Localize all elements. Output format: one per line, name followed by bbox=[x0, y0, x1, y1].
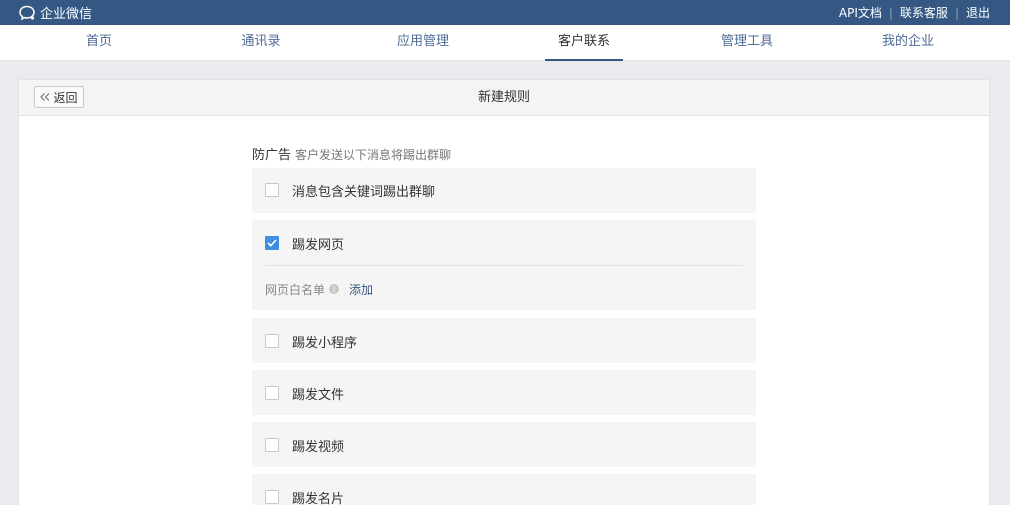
panel-header: 新建规则 返回 bbox=[19, 80, 989, 116]
contact-support-link[interactable]: 联系客服 bbox=[900, 4, 948, 21]
webpage-whitelist: 网页白名单 i 添加 bbox=[265, 279, 373, 299]
tab-customer-contact[interactable]: 客户联系 bbox=[545, 25, 623, 61]
top-bar: 企业微信 API文档 | 联系客服 | 退出 bbox=[0, 0, 1010, 25]
tab-management-tools[interactable]: 管理工具 bbox=[708, 25, 786, 61]
api-docs-link[interactable]: API文档 bbox=[839, 4, 882, 21]
tab-contacts[interactable]: 通讯录 bbox=[225, 25, 297, 61]
option-label: 踢发小程序 bbox=[292, 335, 358, 351]
checkbox[interactable] bbox=[265, 438, 279, 452]
back-button-label: 返回 bbox=[53, 90, 78, 105]
option-label: 消息包含关键词踢出群聊 bbox=[292, 184, 436, 200]
option-row[interactable]: 踢发文件 bbox=[265, 383, 344, 403]
option-row[interactable]: 踢发小程序 bbox=[265, 331, 357, 351]
checkbox[interactable] bbox=[265, 386, 279, 400]
checkbox[interactable] bbox=[265, 490, 279, 504]
page-title: 新建规则 bbox=[477, 90, 530, 105]
option-webpage-kick: 踢发网页 网页白名单 i 添加 bbox=[252, 220, 756, 310]
back-button[interactable]: 返回 bbox=[34, 86, 84, 108]
checkbox[interactable] bbox=[265, 334, 279, 348]
logout-link[interactable]: 退出 bbox=[966, 4, 990, 21]
chat-bubble-icon bbox=[18, 5, 36, 21]
option-row[interactable]: 踢发名片 bbox=[265, 487, 344, 505]
option-label: 踢发名片 bbox=[292, 491, 345, 505]
option-row[interactable]: 踢发视频 bbox=[265, 435, 344, 455]
brand-name: 企业微信 bbox=[40, 7, 93, 22]
section-title: 防广告 bbox=[252, 148, 292, 163]
option-keyword-kick: 消息包含关键词踢出群聊 bbox=[252, 168, 756, 213]
whitelist-label: 网页白名单 bbox=[265, 282, 326, 297]
option-video-kick: 踢发视频 bbox=[252, 422, 756, 467]
option-miniprogram-kick: 踢发小程序 bbox=[252, 318, 756, 363]
option-namecard-kick: 踢发名片 bbox=[252, 474, 756, 505]
tab-home[interactable]: 首页 bbox=[68, 25, 130, 61]
option-label: 踢发文件 bbox=[292, 387, 345, 403]
divider bbox=[265, 265, 743, 266]
option-row[interactable]: 踢发网页 bbox=[265, 233, 344, 253]
info-icon[interactable]: i bbox=[329, 284, 340, 294]
option-row[interactable]: 消息包含关键词踢出群聊 bbox=[265, 180, 435, 200]
option-label: 踢发网页 bbox=[292, 237, 345, 253]
brand-logo[interactable]: 企业微信 bbox=[18, 0, 92, 25]
main-nav: 首页 通讯录 应用管理 客户联系 管理工具 我的企业 bbox=[0, 25, 1010, 61]
link-separator: | bbox=[888, 5, 893, 20]
checkbox[interactable] bbox=[265, 183, 279, 197]
add-whitelist-link[interactable]: 添加 bbox=[349, 281, 373, 298]
option-label: 踢发视频 bbox=[292, 439, 345, 455]
tab-my-enterprise[interactable]: 我的企业 bbox=[870, 25, 946, 61]
double-chevron-left-icon bbox=[40, 90, 50, 104]
checkmark-icon bbox=[267, 239, 277, 247]
top-links: API文档 | 联系客服 | 退出 bbox=[839, 0, 990, 25]
link-separator: | bbox=[954, 5, 959, 20]
section-heading: 防广告 客户发送以下消息将踢出群聊 bbox=[252, 144, 451, 163]
option-file-kick: 踢发文件 bbox=[252, 370, 756, 415]
tab-app-management[interactable]: 应用管理 bbox=[385, 25, 461, 61]
section-description: 客户发送以下消息将踢出群聊 bbox=[295, 148, 452, 162]
rule-panel: 新建规则 返回 防广告 客户发送以下消息将踢出群聊 消息包含关键词踢出群聊 踢发网… bbox=[18, 79, 990, 505]
checkbox-checked[interactable] bbox=[265, 236, 279, 250]
